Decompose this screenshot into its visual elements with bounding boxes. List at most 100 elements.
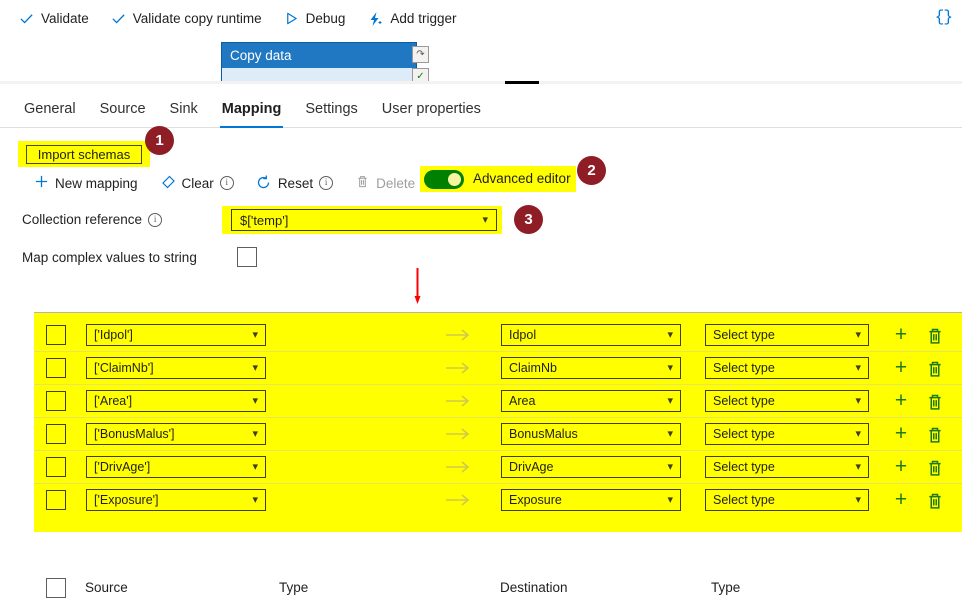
tab-mapping-label: Mapping	[221, 101, 282, 117]
type-dropdown[interactable]: Select type ▾	[705, 390, 869, 412]
delete-label: Delete	[376, 175, 416, 191]
source-dropdown[interactable]: ['Area'] ▾	[86, 390, 266, 412]
type-value: Select type	[713, 394, 775, 408]
code-view-icon[interactable]: {}	[935, 8, 953, 26]
source-dropdown[interactable]: ['Idpol'] ▾	[86, 324, 266, 346]
table-row[interactable]: ['ClaimNb'] ▾ ClaimNb ▾ Select type ▾ +	[34, 352, 962, 385]
row-checkbox[interactable]	[46, 358, 66, 378]
lightning-bolt-icon	[367, 11, 383, 27]
add-row-icon[interactable]: +	[891, 456, 911, 478]
collection-reference-dropdown[interactable]: $['temp'] ▾	[231, 209, 497, 231]
reset-info-icon[interactable]: i	[319, 176, 334, 190]
add-row-icon[interactable]: +	[891, 423, 911, 445]
chevron-down-icon: ▾	[252, 361, 258, 374]
clear-info-icon[interactable]: i	[219, 176, 234, 190]
splitter-grip[interactable]	[505, 81, 539, 84]
destination-value: BonusMalus	[509, 427, 578, 441]
chevron-down-icon: ▾	[252, 328, 258, 341]
tab-general[interactable]: General	[12, 90, 88, 128]
map-arrow-icon	[446, 461, 470, 473]
checkmark-icon	[111, 11, 126, 26]
panel-splitter[interactable]	[0, 81, 962, 84]
chevron-down-icon: ▾	[855, 427, 861, 440]
row-checkbox[interactable]	[46, 424, 66, 444]
type-dropdown[interactable]: Select type ▾	[705, 423, 869, 445]
source-dropdown[interactable]: ['ClaimNb'] ▾	[86, 357, 266, 379]
row-checkbox[interactable]	[46, 490, 66, 510]
validate-button[interactable]: Validate	[8, 0, 100, 37]
annotation-badge-2: 2	[577, 156, 606, 185]
tab-settings-label: Settings	[305, 101, 358, 117]
delete-row-icon[interactable]	[925, 392, 945, 412]
type-dropdown[interactable]: Select type ▾	[705, 324, 869, 346]
chevron-down-icon: ▾	[252, 427, 258, 440]
destination-dropdown[interactable]: DrivAge ▾	[501, 456, 681, 478]
row-checkbox[interactable]	[46, 325, 66, 345]
advanced-editor-toggle[interactable]	[424, 170, 464, 189]
destination-value: ClaimNb	[509, 361, 557, 375]
table-row[interactable]: ['DrivAge'] ▾ DrivAge ▾ Select type ▾ +	[34, 451, 962, 484]
select-all-checkbox[interactable]	[46, 578, 66, 598]
type-dropdown[interactable]: Select type ▾	[705, 489, 869, 511]
table-row[interactable]: ['Exposure'] ▾ Exposure ▾ Select type ▾ …	[34, 484, 962, 517]
clear-label: Clear	[181, 175, 214, 191]
source-dropdown[interactable]: ['Exposure'] ▾	[86, 489, 266, 511]
type-dropdown[interactable]: Select type ▾	[705, 357, 869, 379]
collection-reference-info-icon[interactable]: i	[148, 212, 163, 227]
destination-value: Idpol	[509, 328, 537, 342]
validate-copy-runtime-button[interactable]: Validate copy runtime	[100, 0, 273, 37]
validate-copy-runtime-label: Validate copy runtime	[132, 11, 262, 26]
pipeline-canvas: Copy data ↷ ✓	[0, 37, 962, 83]
copy-data-activity[interactable]: Copy data	[221, 42, 417, 83]
add-row-icon[interactable]: +	[891, 489, 911, 511]
chevron-down-icon: ▾	[667, 328, 673, 341]
tab-user-properties[interactable]: User properties	[370, 90, 493, 128]
add-trigger-button[interactable]: Add trigger	[356, 0, 467, 37]
tab-settings[interactable]: Settings	[293, 90, 369, 128]
table-row[interactable]: ['BonusMalus'] ▾ BonusMalus ▾ Select typ…	[34, 418, 962, 451]
map-arrow-icon	[446, 494, 470, 506]
source-dropdown[interactable]: ['BonusMalus'] ▾	[86, 423, 266, 445]
debug-label: Debug	[305, 11, 346, 26]
rerun-icon[interactable]: ↷	[412, 46, 429, 63]
destination-dropdown[interactable]: BonusMalus ▾	[501, 423, 681, 445]
play-triangle-icon	[284, 11, 299, 26]
row-checkbox[interactable]	[46, 391, 66, 411]
tab-sink[interactable]: Sink	[158, 90, 210, 128]
destination-dropdown[interactable]: Area ▾	[501, 390, 681, 412]
delete-row-icon[interactable]	[925, 326, 945, 346]
delete-row-icon[interactable]	[925, 491, 945, 511]
type-dropdown[interactable]: Select type ▾	[705, 456, 869, 478]
import-schemas-button[interactable]: Import schemas	[26, 145, 142, 164]
chevron-down-icon: ▾	[855, 460, 861, 473]
properties-tab-bar: General Source Sink Mapping Settings Use…	[0, 88, 962, 128]
add-row-icon[interactable]: +	[891, 324, 911, 346]
add-row-icon[interactable]: +	[891, 390, 911, 412]
reset-button[interactable]: Reset i	[256, 170, 334, 196]
clear-button[interactable]: Clear i	[160, 170, 234, 196]
delete-row-icon[interactable]	[925, 425, 945, 445]
destination-dropdown[interactable]: ClaimNb ▾	[501, 357, 681, 379]
row-checkbox[interactable]	[46, 457, 66, 477]
column-header-type-destination: Type	[711, 580, 741, 595]
tab-mapping[interactable]: Mapping	[210, 90, 294, 128]
chevron-down-icon: ▾	[855, 328, 861, 341]
delete-row-icon[interactable]	[925, 458, 945, 478]
tab-source[interactable]: Source	[88, 90, 158, 128]
chevron-down-icon: ▾	[667, 493, 673, 506]
chevron-down-icon: ▾	[667, 361, 673, 374]
annotation-badge-1: 1	[145, 126, 174, 155]
table-row[interactable]: ['Idpol'] ▾ Idpol ▾ Select type ▾ +	[34, 319, 962, 352]
delete-row-icon[interactable]	[925, 359, 945, 379]
destination-dropdown[interactable]: Idpol ▾	[501, 324, 681, 346]
source-dropdown[interactable]: ['DrivAge'] ▾	[86, 456, 266, 478]
destination-value: Area	[509, 394, 536, 408]
new-mapping-button[interactable]: New mapping	[34, 170, 138, 196]
table-row[interactable]: ['Area'] ▾ Area ▾ Select type ▾ +	[34, 385, 962, 418]
plus-icon	[34, 174, 49, 192]
destination-value: DrivAge	[509, 460, 554, 474]
destination-dropdown[interactable]: Exposure ▾	[501, 489, 681, 511]
map-complex-checkbox[interactable]	[237, 247, 257, 267]
add-row-icon[interactable]: +	[891, 357, 911, 379]
debug-button[interactable]: Debug	[273, 0, 357, 37]
